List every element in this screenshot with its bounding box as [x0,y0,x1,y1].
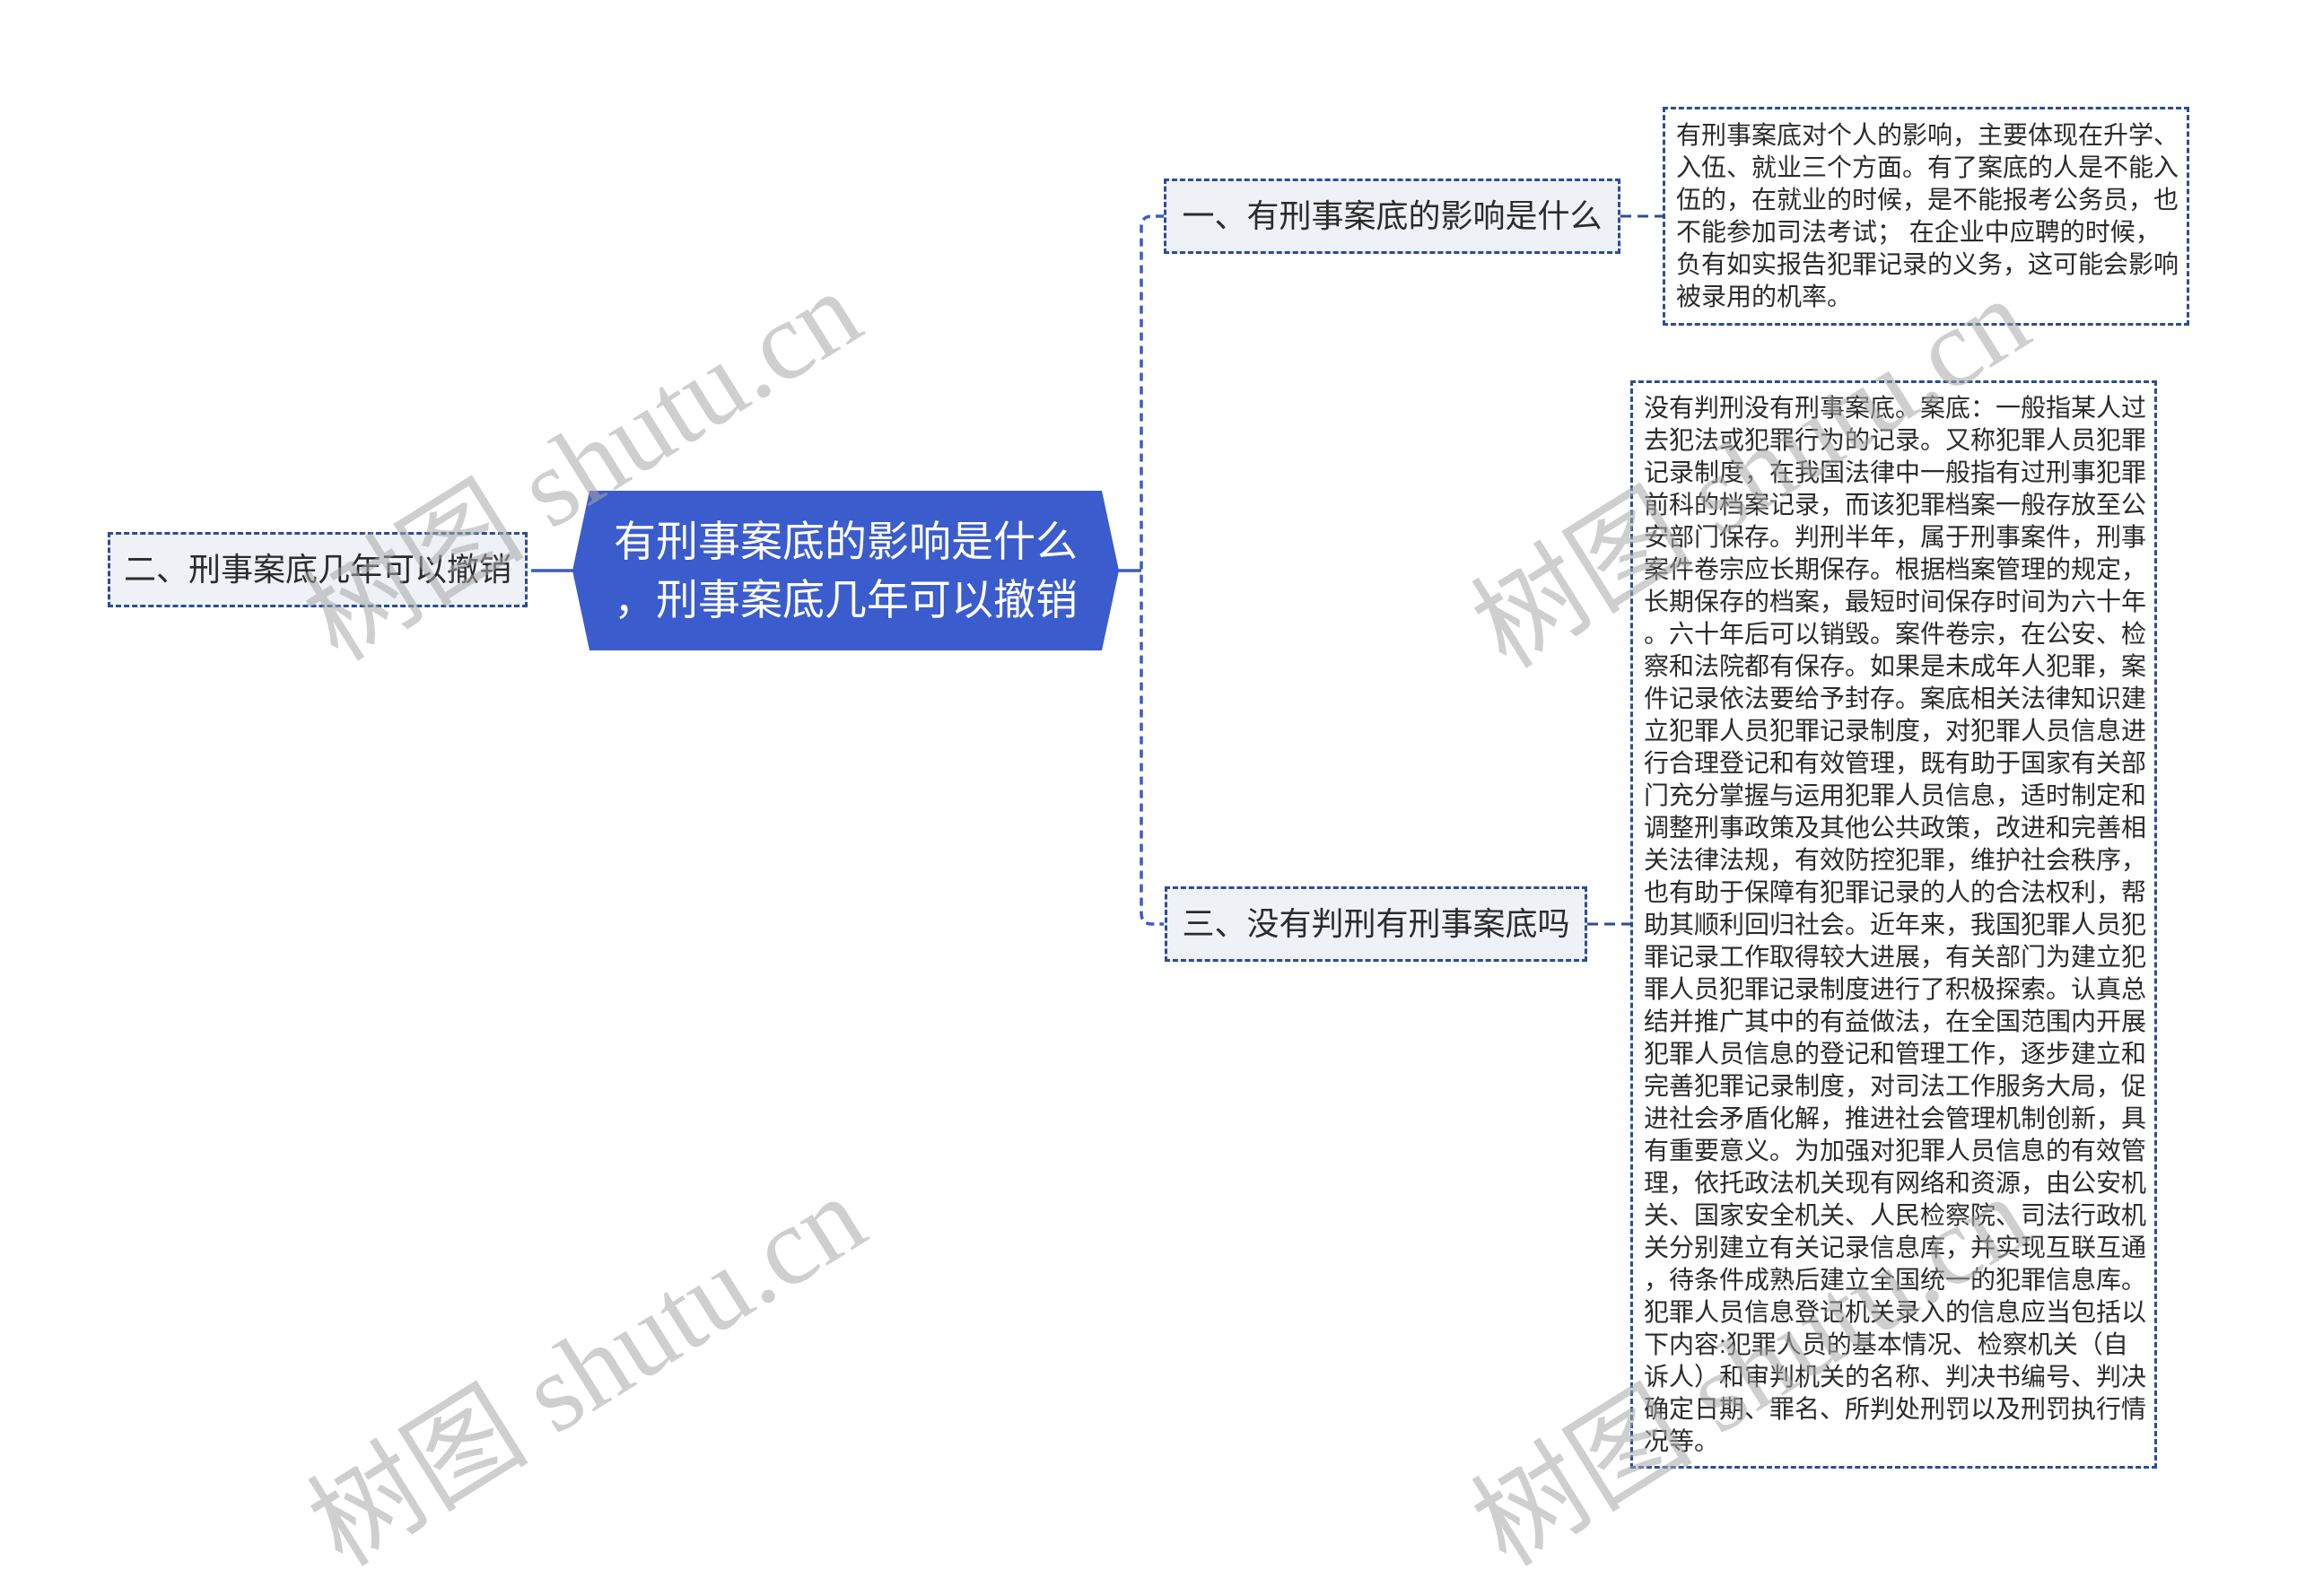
text-line: 长期保存的档案，最短时间保存时间为六十年 [1644,588,2147,615]
branch-node-two-label: 二、刑事案底几年可以撤销 [123,551,511,588]
text-line: 行合理登记和有效管理，既有助于国家有关部 [1644,749,2147,777]
branch-node-two[interactable]: 二、刑事案底几年可以撤销 [108,532,528,607]
text-line: 罪人员犯罪记录制度进行了积极探索。认真总 [1644,975,2147,1003]
central-topic-line-2: ，刑事案底几年可以撤销 [614,576,1078,624]
text-line: 案件卷宗应长期保存。根据档案管理的规定， [1644,555,2147,583]
text-line: 。六十年后可以销毁。案件卷宗，在公安、检 [1644,620,2147,648]
text-line: 件记录依法要给予封存。案底相关法律知识建 [1644,685,2147,712]
branch-node-one-label: 一、有刑事案底的影响是什么 [1182,197,1603,234]
text-line: 罪记录工作取得较大进展，有关部门为建立犯 [1644,943,2147,971]
text-line: 进社会矛盾化解，推进社会管理机制创新，具 [1644,1104,2147,1132]
detail-node-three[interactable]: 没有判刑没有刑事案底。案底：一般指某人过 去犯法或犯罪行为的记录。又称犯罪人员犯罪… [1630,380,2157,1469]
detail-node-one[interactable]: 有刑事案底对个人的影响，主要体现在升学、 入伍、就业三个方面。有了案底的人是不能入… [1663,107,2189,326]
text-line: ，待条件成熟后建立全国统一的犯罪信息库。 [1644,1266,2147,1294]
text-line: 负有如实报告犯罪记录的义务，这可能会影响 [1676,250,2179,278]
branch-node-three[interactable]: 三、没有判刑有刑事案底吗 [1165,886,1587,962]
connector-trunk-right [1140,214,1164,926]
text-line: 犯罪人员信息登记机关录入的信息应当包括以 [1644,1298,2147,1326]
text-line: 没有判刑没有刑事案底。案底：一般指某人过 [1644,394,2147,422]
text-line: 完善犯罪记录制度，对司法工作服务大局，促 [1644,1072,2147,1100]
text-line: 不能参加司法考试； 在企业中应聘的时候， [1676,218,2161,246]
text-line: 结并推广其中的有益做法，在全国范围内开展 [1644,1007,2147,1035]
text-line: 理，依托政法机关现有网络和资源，由公安机 [1644,1169,2147,1197]
branch-node-three-label: 三、没有判刑有刑事案底吗 [1182,905,1570,942]
text-line: 去犯法或犯罪行为的记录。又称犯罪人员犯罪 [1644,426,2147,454]
text-line: 察和法院都有保存。如果是未成年人犯罪，案 [1644,652,2147,680]
text-line: 确定日期、罪名、所判处刑罚以及刑罚执行情 [1644,1395,2147,1423]
text-line: 助其顺利回归社会。近年来，我国犯罪人员犯 [1644,911,2147,938]
text-line: 记录制度，在我国法律中一般指有过刑事犯罪 [1644,458,2147,486]
text-line: 有刑事案底对个人的影响，主要体现在升学、 [1676,121,2179,149]
text-line: 有重要意义。为加强对犯罪人员信息的有效管 [1644,1137,2147,1164]
text-line: 安部门保存。判刑半年，属于刑事案件，刑事 [1644,523,2147,551]
central-topic-node[interactable]: 有刑事案底的影响是什么 ，刑事案底几年可以撤销 [572,491,1119,650]
branch-node-one[interactable]: 一、有刑事案底的影响是什么 [1164,179,1620,254]
text-line: 调整刑事政策及其他公共政策，改进和完善相 [1644,814,2147,842]
text-line: 被录用的机率。 [1676,283,1853,310]
text-line: 犯罪人员信息的登记和管理工作，逐步建立和 [1644,1040,2147,1068]
text-line: 诉人）和审判机关的名称、判决书编号、判决 [1644,1363,2147,1391]
text-line: 关、国家安全机关、人民检察院、司法行政机 [1644,1201,2147,1229]
text-line: 也有助于保障有犯罪记录的人的合法权利，帮 [1644,878,2147,906]
text-line: 门充分掌握与运用犯罪人员信息，适时制定和 [1644,781,2147,809]
text-line: 伍的，在就业的时候，是不能报考公务员，也 [1676,186,2179,214]
central-topic-line-1: 有刑事案底的影响是什么 [614,518,1078,565]
text-line: 关法律法规，有效防控犯罪，维护社会秩序， [1644,846,2147,874]
text-line: 况等。 [1644,1427,1720,1455]
text-line: 关分别建立有关记录信息库，并实现互联互通 [1644,1234,2147,1261]
text-line: 立犯罪人员犯罪记录制度，对犯罪人员信息进 [1644,717,2147,745]
text-line: 入伍、就业三个方面。有了案底的人是不能入 [1676,153,2179,181]
text-line: 前科的档案记录，而该犯罪档案一般存放至公 [1644,491,2147,519]
text-line: 下内容:犯罪人员的基本情况、检察机关（自 [1644,1330,2128,1358]
